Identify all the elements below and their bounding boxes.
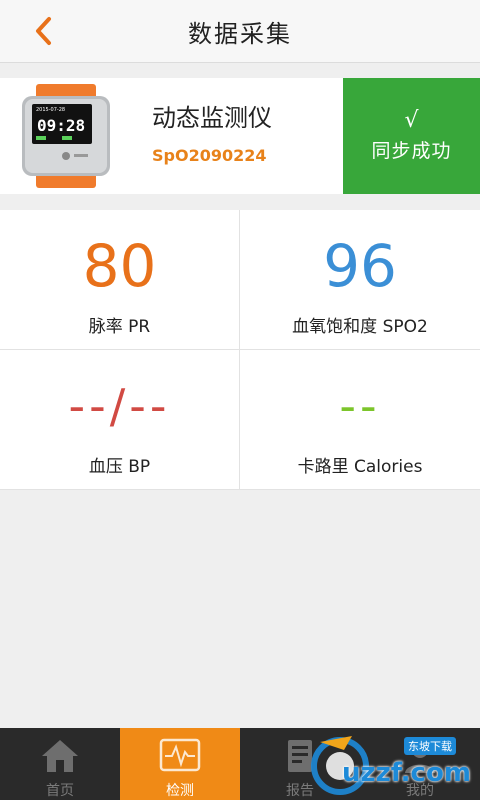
page-title: 数据采集 bbox=[188, 19, 292, 48]
metric-blood-pressure[interactable]: --/-- 血压 BP bbox=[0, 350, 240, 490]
top-bar: 数据采集 bbox=[0, 0, 480, 63]
metric-value: 80 bbox=[82, 232, 157, 300]
device-id: SpO2090224 bbox=[152, 146, 267, 165]
sync-status-button[interactable]: √ 同步成功 bbox=[343, 78, 480, 194]
metric-value: -- bbox=[339, 379, 381, 433]
tab-label: 首页 bbox=[46, 783, 74, 799]
metrics-grid: 80 脉率 PR 96 血氧饱和度 SPO2 --/-- 血压 BP -- 卡路… bbox=[0, 210, 480, 490]
metric-calories[interactable]: -- 卡路里 Calories bbox=[240, 350, 480, 490]
wrist-monitor-image: 2015-07-28 09:28 bbox=[22, 84, 110, 188]
metric-pulse-rate[interactable]: 80 脉率 PR bbox=[0, 210, 240, 350]
metric-value: --/-- bbox=[68, 379, 171, 433]
tab-detect[interactable]: 检测 bbox=[120, 728, 240, 800]
metric-label: 血压 BP bbox=[88, 457, 151, 477]
metric-label: 脉率 PR bbox=[88, 317, 151, 337]
tab-label: 检测 bbox=[166, 783, 194, 799]
device-screen-time: 09:28 bbox=[37, 116, 85, 135]
metric-label: 卡路里 Calories bbox=[297, 457, 423, 477]
device-name: 动态监测仪 bbox=[152, 104, 272, 132]
sync-status-label: 同步成功 bbox=[371, 140, 452, 162]
metric-value: 96 bbox=[323, 232, 397, 300]
metric-spo2[interactable]: 96 血氧饱和度 SPO2 bbox=[240, 210, 480, 350]
device-screen-date: 2015-07-28 bbox=[36, 107, 65, 113]
pulse-monitor-icon bbox=[159, 738, 201, 772]
check-icon: √ bbox=[404, 108, 419, 133]
metric-label: 血氧饱和度 SPO2 bbox=[292, 317, 428, 337]
watermark-text: uzzf.com bbox=[342, 758, 471, 788]
home-icon bbox=[42, 740, 78, 772]
tab-home[interactable]: 首页 bbox=[0, 728, 120, 800]
watermark-tag: 东坡下载 bbox=[404, 737, 456, 755]
